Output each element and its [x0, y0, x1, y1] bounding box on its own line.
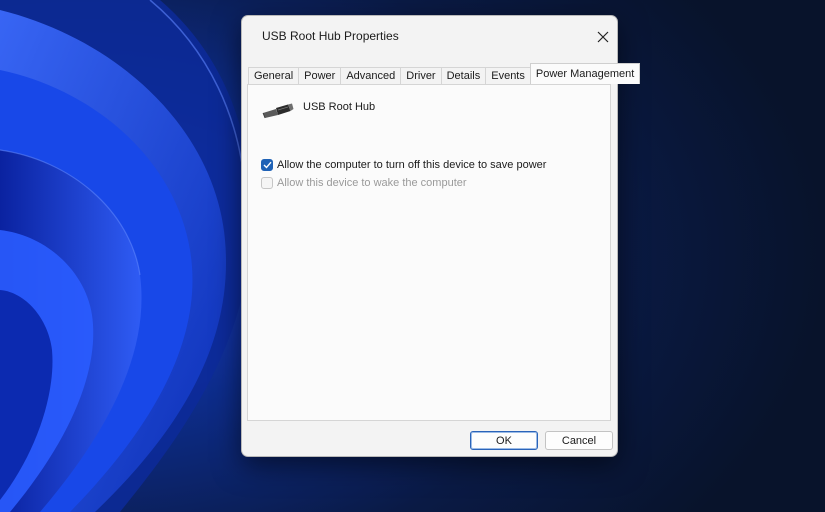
properties-dialog: USB Root Hub Properties General Power Ad…	[241, 15, 641, 457]
close-button[interactable]	[590, 25, 616, 49]
tab-strip: General Power Advanced Driver Details Ev…	[248, 63, 641, 84]
device-name: USB Root Hub	[303, 101, 376, 113]
cancel-button[interactable]: Cancel	[545, 431, 613, 450]
checkmark-icon	[263, 161, 272, 169]
tab-driver[interactable]: Driver	[400, 67, 442, 84]
tab-power[interactable]: Power	[298, 67, 342, 84]
allow-wake-option: Allow this device to wake the computer	[261, 177, 467, 189]
close-icon	[597, 31, 609, 43]
dialog-title: USB Root Hub Properties	[262, 29, 399, 43]
power-management-panel: USB Root Hub Allow the computer to turn …	[247, 84, 611, 421]
tab-details[interactable]: Details	[440, 67, 487, 84]
tab-general[interactable]: General	[248, 67, 300, 84]
allow-turn-off-label: Allow the computer to turn off this devi…	[277, 159, 547, 171]
tab-advanced[interactable]: Advanced	[340, 67, 402, 84]
allow-wake-checkbox	[261, 177, 273, 189]
allow-wake-label: Allow this device to wake the computer	[277, 177, 467, 189]
allow-turn-off-option[interactable]: Allow the computer to turn off this devi…	[261, 159, 546, 171]
usb-plug-icon	[262, 103, 294, 119]
allow-turn-off-checkbox[interactable]	[261, 159, 273, 171]
tab-power-management[interactable]: Power Management	[529, 63, 641, 84]
tab-events[interactable]: Events	[485, 67, 531, 84]
ok-button[interactable]: OK	[470, 431, 538, 450]
